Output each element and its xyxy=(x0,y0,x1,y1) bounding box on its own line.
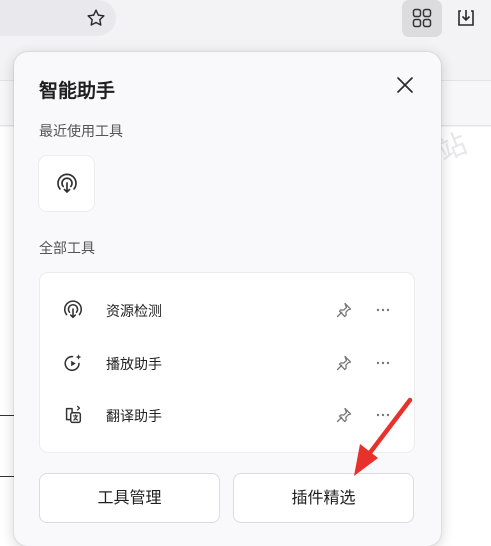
browser-toolbar xyxy=(0,0,491,41)
more-icon[interactable] xyxy=(374,354,392,372)
address-bar[interactable] xyxy=(0,0,116,36)
recent-tools-label: 最近使用工具 xyxy=(39,124,123,140)
panel-title: 智能助手 xyxy=(39,80,116,102)
tool-row-resource-detect[interactable]: 资源检测 xyxy=(40,288,414,332)
tool-label: 播放助手 xyxy=(106,357,162,373)
star-icon[interactable] xyxy=(85,7,107,29)
broadcast-download-icon xyxy=(64,300,82,319)
recent-tool-button[interactable] xyxy=(38,155,95,212)
close-icon[interactable] xyxy=(392,72,418,98)
pin-icon[interactable] xyxy=(335,301,353,319)
tool-row-play-assistant[interactable]: 播放助手 xyxy=(40,341,414,385)
more-icon[interactable] xyxy=(374,301,392,319)
play-sparkle-icon xyxy=(64,354,82,372)
page-divider xyxy=(0,415,14,416)
tool-management-button[interactable]: 工具管理 xyxy=(39,473,220,523)
translate-icon xyxy=(65,405,82,424)
all-tools-label: 全部工具 xyxy=(39,241,95,257)
browser-window: 天极下载站 智能助手 最近使用工具 全部工具 资源检测 xyxy=(0,0,491,546)
download-icon[interactable] xyxy=(455,7,477,29)
extensions-button[interactable] xyxy=(402,0,442,37)
annotation-arrow xyxy=(354,397,413,476)
grid-icon xyxy=(412,8,432,28)
tool-label: 资源检测 xyxy=(106,304,162,320)
tool-label: 翻译助手 xyxy=(106,409,162,425)
broadcast-download-icon xyxy=(57,173,77,193)
pin-icon[interactable] xyxy=(335,354,353,372)
page-divider xyxy=(0,476,14,477)
